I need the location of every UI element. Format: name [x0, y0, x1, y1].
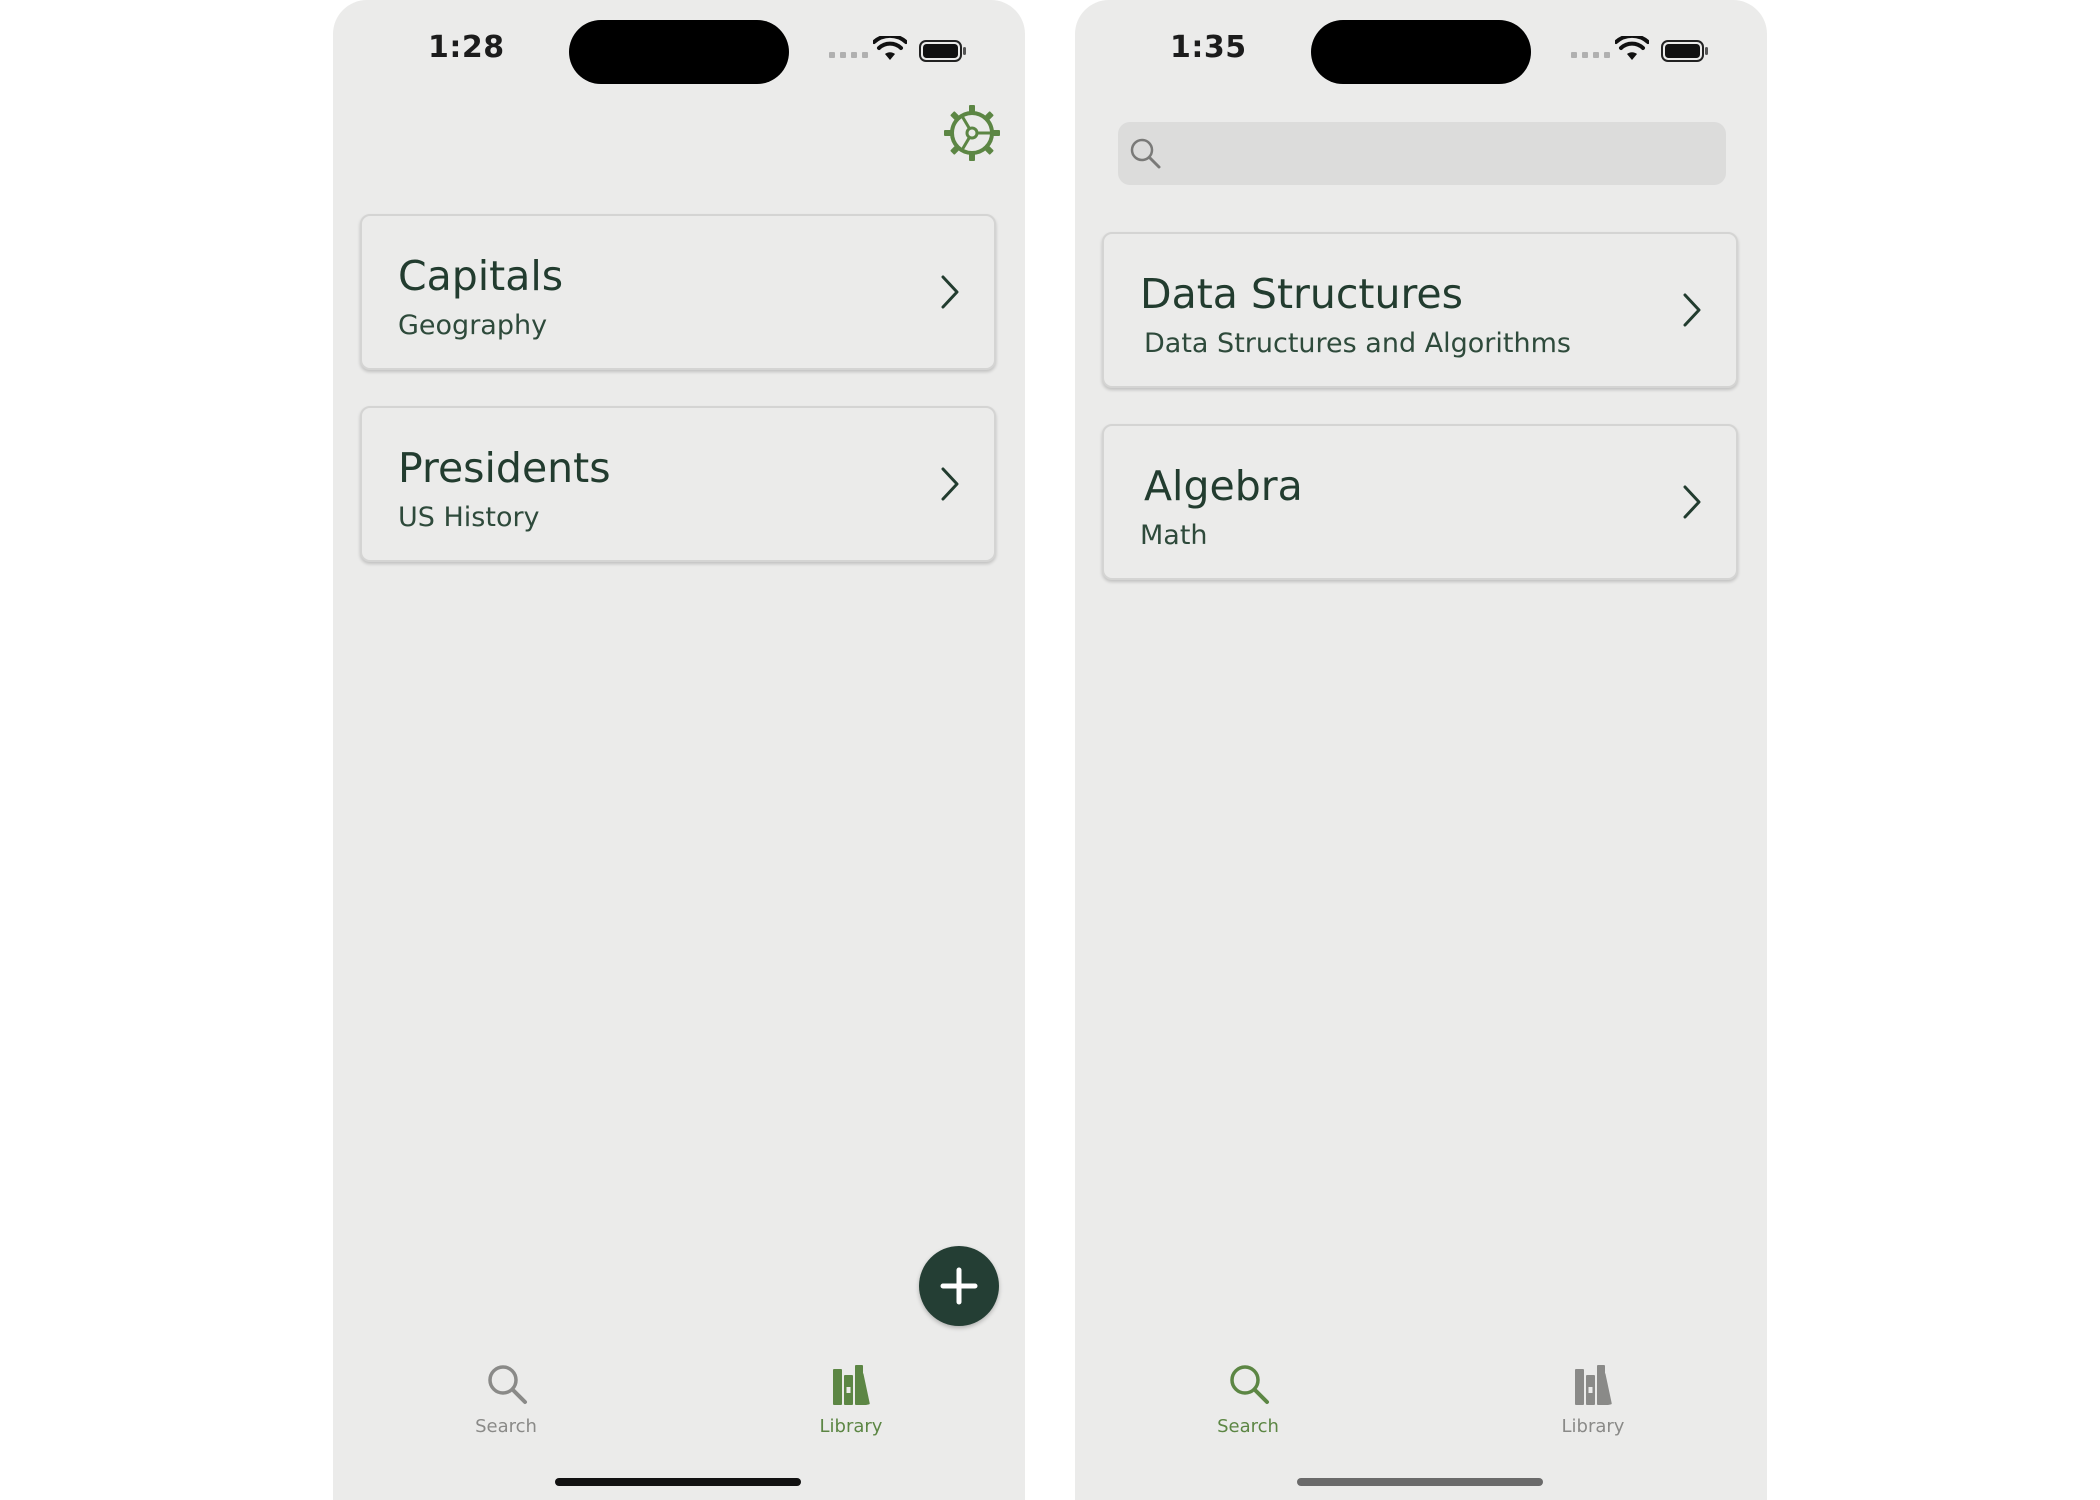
tab-label: Search: [475, 1416, 537, 1437]
gear-icon[interactable]: [943, 104, 1001, 162]
plus-icon: [940, 1267, 978, 1305]
deck-subtitle: Data Structures and Algorithms: [1144, 328, 1571, 359]
home-indicator: [555, 1478, 801, 1486]
deck-title: Presidents: [398, 444, 611, 492]
tab-label: Library: [1561, 1416, 1625, 1437]
deck-card-presidents[interactable]: Presidents US History: [360, 406, 996, 562]
deck-title: Data Structures: [1140, 270, 1464, 318]
deck-subtitle: US History: [398, 502, 540, 533]
tab-library[interactable]: Library: [781, 1360, 921, 1440]
search-icon: [1230, 1365, 1269, 1404]
books-icon: [1575, 1365, 1612, 1405]
tab-search[interactable]: Search: [436, 1360, 576, 1440]
chevron-right-icon: [941, 275, 959, 309]
search-icon: [488, 1365, 527, 1404]
search-screen: 1:35 Data Structures Data Structures and…: [1075, 0, 1767, 1500]
dynamic-island: [1311, 20, 1531, 84]
cellular-signal-icon: [1571, 52, 1610, 58]
deck-title: Capitals: [398, 252, 564, 300]
wifi-icon: [873, 36, 907, 60]
tab-search[interactable]: Search: [1178, 1360, 1318, 1440]
tab-label: Search: [1217, 1416, 1279, 1437]
chevron-right-icon: [1683, 293, 1701, 327]
books-icon: [833, 1365, 870, 1405]
search-input[interactable]: [1174, 122, 1718, 187]
deck-card-data-structures[interactable]: Data Structures Data Structures and Algo…: [1102, 232, 1738, 388]
cellular-signal-icon: [829, 52, 868, 58]
wifi-icon: [1615, 36, 1649, 60]
deck-subtitle: Math: [1140, 520, 1208, 551]
search-icon: [1130, 138, 1161, 169]
status-time: 1:28: [428, 30, 505, 65]
library-screen: 1:28 Capitals Geography Presidents US Hi…: [333, 0, 1025, 1500]
chevron-right-icon: [1683, 485, 1701, 519]
deck-subtitle: Geography: [398, 310, 548, 341]
search-bar[interactable]: [1118, 122, 1726, 187]
chevron-right-icon: [941, 467, 959, 501]
deck-title: Algebra: [1144, 462, 1303, 510]
tab-library[interactable]: Library: [1523, 1360, 1663, 1440]
add-deck-button[interactable]: [919, 1246, 999, 1326]
home-indicator: [1297, 1478, 1543, 1486]
deck-card-algebra[interactable]: Algebra Math: [1102, 424, 1738, 580]
battery-icon: [919, 40, 966, 62]
status-time: 1:35: [1170, 30, 1247, 65]
deck-card-capitals[interactable]: Capitals Geography: [360, 214, 996, 370]
battery-icon: [1661, 40, 1708, 62]
tab-label: Library: [819, 1416, 883, 1437]
dynamic-island: [569, 20, 789, 84]
